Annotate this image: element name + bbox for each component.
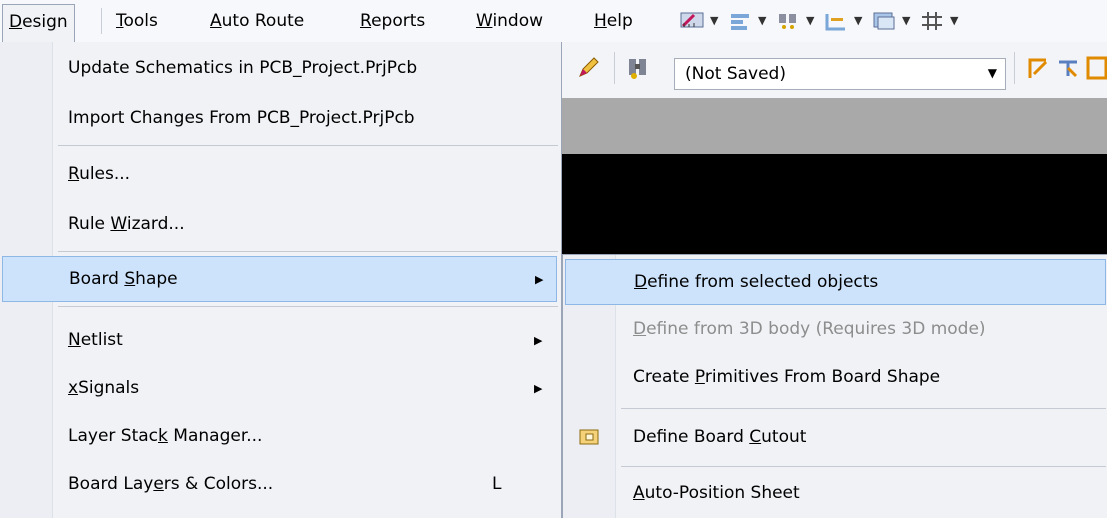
fanout-icon[interactable] <box>1056 56 1080 80</box>
menu-item-label: Board Shape <box>69 269 178 289</box>
submenu-item-create-primitives[interactable]: Create Primitives From Board Shape <box>565 355 1106 401</box>
menu-auto-route-label: uto Route <box>221 11 305 31</box>
menu-tools-label: ools <box>123 11 158 31</box>
chevron-down-icon[interactable]: ▼ <box>902 14 910 27</box>
board-shape-submenu: Define from selected objects Define from… <box>562 254 1107 518</box>
menu-separator <box>58 306 558 307</box>
chevron-down-icon[interactable]: ▼ <box>854 14 862 27</box>
dimension-icon[interactable] <box>824 10 848 32</box>
submenu-arrow-icon: ▶ <box>535 273 544 286</box>
menu-item-rule-wizard[interactable]: Rule Wizard... <box>2 202 557 248</box>
interactive-route-icon[interactable] <box>1026 56 1050 80</box>
document-tab-bar <box>560 98 1107 154</box>
menu-bar: Design Tools Auto Route Reports Window H… <box>0 0 1107 42</box>
menu-reports-mnemonic: R <box>360 11 372 31</box>
ruler-icon[interactable] <box>680 10 704 32</box>
grid-icon[interactable] <box>920 10 944 32</box>
submenu-item-define-from-3d-body[interactable]: Define from 3D body (Requires 3D mode) <box>565 307 1106 353</box>
menu-item-netlist[interactable]: Netlist ▶ <box>2 318 557 364</box>
binoculars-icon[interactable] <box>626 56 650 80</box>
menu-item-label: Define from 3D body (Requires 3D mode) <box>633 319 986 339</box>
chevron-down-icon[interactable]: ▼ <box>950 14 958 27</box>
menu-item-label: Rule Wizard... <box>68 214 185 234</box>
menu-item-label: Netlist <box>68 330 123 350</box>
chevron-down-icon[interactable]: ▼ <box>710 14 718 27</box>
menu-help-mnemonic: H <box>594 11 607 31</box>
submenu-item-define-board-cutout[interactable]: Define Board Cutout <box>565 415 1106 461</box>
align-icon[interactable] <box>728 10 752 32</box>
menu-item-label: Layer Stack Manager... <box>68 426 263 446</box>
menu-item-import-changes[interactable]: Import Changes From PCB_Project.PrjPcb <box>2 96 557 142</box>
menu-window[interactable]: Window <box>470 6 549 36</box>
menu-item-label: Auto-Position Sheet <box>633 483 800 503</box>
menu-item-board-layers-colors[interactable]: Board Layers & Colors... L <box>2 462 557 508</box>
menu-auto-route-mnemonic: A <box>210 11 222 31</box>
menu-separator <box>58 251 558 252</box>
document-combo-value: (Not Saved) <box>685 64 786 84</box>
menubar-separator <box>101 8 102 34</box>
menu-item-label: Import Changes From PCB_Project.PrjPcb <box>68 108 415 128</box>
menu-item-xsignals[interactable]: xSignals ▶ <box>2 366 557 412</box>
menu-item-label: Rules... <box>68 164 131 184</box>
menu-item-label: Board Layers & Colors... <box>68 474 274 494</box>
pcb-workspace <box>560 154 1107 254</box>
menu-tools-mnemonic: T <box>116 11 124 31</box>
pencil-icon[interactable] <box>576 56 600 80</box>
menu-design[interactable]: Design <box>2 4 75 42</box>
menu-auto-route[interactable]: Auto Route <box>204 6 310 36</box>
menu-separator <box>621 408 1106 409</box>
document-combo[interactable]: (Not Saved) ▼ <box>674 58 1006 90</box>
submenu-arrow-icon: ▶ <box>534 334 543 347</box>
board-cutout-icon <box>579 429 599 445</box>
menu-separator <box>621 466 1106 467</box>
menu-item-label: Define from selected objects <box>634 272 879 292</box>
menu-reports[interactable]: Reports <box>354 6 431 36</box>
chevron-down-icon[interactable]: ▼ <box>988 66 997 80</box>
chevron-down-icon[interactable]: ▼ <box>758 14 766 27</box>
menu-design-label: esign <box>22 12 68 32</box>
submenu-item-define-from-selected[interactable]: Define from selected objects <box>565 259 1106 305</box>
menu-item-label: Define Board Cutout <box>633 427 807 447</box>
menu-reports-label: eports <box>371 11 426 31</box>
menu-item-rules[interactable]: Rules... <box>2 152 557 198</box>
room-icon[interactable] <box>872 10 896 32</box>
chevron-down-icon[interactable]: ▼ <box>806 14 814 27</box>
menu-window-label: indow <box>492 11 544 31</box>
menu-item-update-schematics[interactable]: Update Schematics in PCB_Project.PrjPcb <box>2 46 557 92</box>
submenu-arrow-icon: ▶ <box>534 382 543 395</box>
menu-design-mnemonic: D <box>9 12 23 32</box>
design-menu-dropdown: Update Schematics in PCB_Project.PrjPcb … <box>0 42 562 518</box>
menu-separator <box>58 145 558 146</box>
menu-window-mnemonic: W <box>476 11 493 31</box>
submenu-item-auto-position-sheet[interactable]: Auto-Position Sheet <box>565 471 1106 517</box>
find-icon[interactable] <box>776 10 800 32</box>
via-icon[interactable] <box>1086 56 1107 80</box>
toolbar-separator <box>1014 52 1015 84</box>
menu-item-board-shape[interactable]: Board Shape ▶ <box>2 256 557 302</box>
toolbar-separator <box>614 52 615 84</box>
menu-tools[interactable]: Tools <box>110 6 164 36</box>
menu-item-layer-stack-manager[interactable]: Layer Stack Manager... <box>2 414 557 460</box>
menu-item-label: Create Primitives From Board Shape <box>633 367 941 387</box>
menu-item-label: Update Schematics in PCB_Project.PrjPcb <box>68 58 418 78</box>
menu-item-shortcut: L <box>492 474 502 494</box>
menu-item-label: xSignals <box>68 378 140 398</box>
menu-help-label: elp <box>606 11 633 31</box>
menu-help[interactable]: Help <box>588 6 639 36</box>
